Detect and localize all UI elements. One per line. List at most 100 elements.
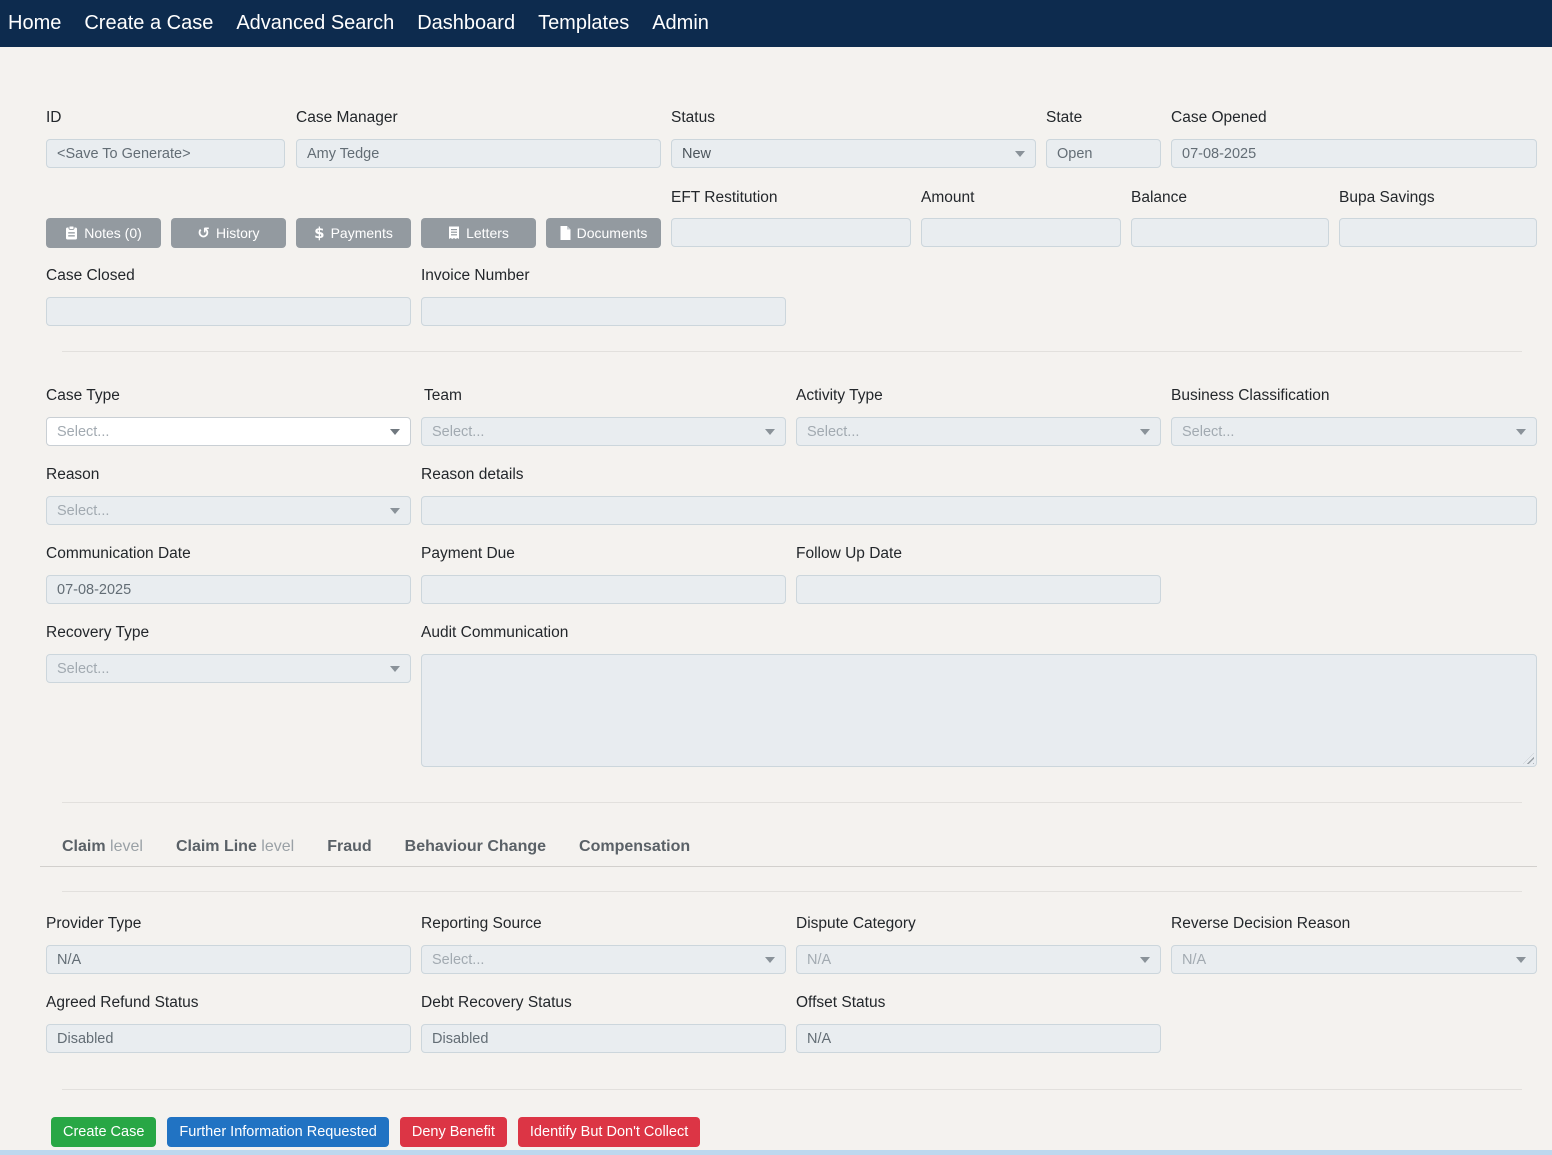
chevron-down-icon <box>765 429 775 435</box>
divider <box>62 351 1522 352</box>
state-label: State <box>1046 108 1082 128</box>
further-information-requested-button[interactable]: Further Information Requested <box>167 1117 388 1147</box>
debt-recovery-status-label: Debt Recovery Status <box>421 993 572 1013</box>
id-label: ID <box>46 108 62 128</box>
tab-label-light: level <box>106 838 143 855</box>
team-select: Select... <box>421 417 786 446</box>
balance-field[interactable] <box>1131 218 1329 247</box>
chevron-down-icon <box>1516 429 1526 435</box>
tab-behaviour-change[interactable]: Behaviour Change <box>405 836 546 858</box>
tab-claim-line-level[interactable]: Claim Line level <box>176 836 294 858</box>
provider-type-label: Provider Type <box>46 914 141 934</box>
identify-but-dont-collect-button[interactable]: Identify But Don't Collect <box>518 1117 700 1147</box>
case-opened-field[interactable] <box>1171 139 1537 168</box>
reporting-source-label: Reporting Source <box>421 914 542 934</box>
invoice-number-field[interactable] <box>421 297 786 326</box>
follow-up-date-label: Follow Up Date <box>796 544 902 564</box>
case-closed-field[interactable] <box>46 297 411 326</box>
reason-details-field[interactable] <box>421 496 1537 525</box>
status-label: Status <box>671 108 715 128</box>
reporting-source-select[interactable]: Select... <box>421 945 786 974</box>
audit-communication-textarea[interactable] <box>421 654 1537 767</box>
reporting-source-placeholder: Select... <box>432 952 765 968</box>
provider-type-field <box>46 945 411 974</box>
reason-details-label: Reason details <box>421 465 524 485</box>
balance-label: Balance <box>1131 188 1187 208</box>
status-value: New <box>682 146 1015 162</box>
reverse-decision-reason-select: N/A <box>1171 945 1537 974</box>
case-opened-label: Case Opened <box>1171 108 1267 128</box>
status-select[interactable]: New <box>671 139 1036 168</box>
documents-button[interactable]: Documents <box>546 218 661 248</box>
nav-admin[interactable]: Admin <box>652 0 709 47</box>
amount-label: Amount <box>921 188 974 208</box>
nav-dashboard[interactable]: Dashboard <box>417 0 515 47</box>
case-type-label: Case Type <box>46 386 120 406</box>
nav-templates[interactable]: Templates <box>538 0 629 47</box>
state-field[interactable] <box>1046 139 1161 168</box>
tab-label-bold: Claim Line <box>176 838 257 855</box>
tab-label-light: level <box>257 838 294 855</box>
tab-fraud[interactable]: Fraud <box>327 836 371 858</box>
agreed-refund-status-label: Agreed Refund Status <box>46 993 199 1013</box>
footer-actions: Create Case Further Information Requeste… <box>51 1117 700 1147</box>
reason-placeholder: Select... <box>57 503 390 519</box>
activity-type-placeholder: Select... <box>807 424 1140 440</box>
bupa-savings-label: Bupa Savings <box>1339 188 1435 208</box>
follow-up-date-field[interactable] <box>796 575 1161 604</box>
tab-claim-level[interactable]: Claim level <box>62 836 143 858</box>
notes-button-label: Notes (0) <box>84 225 142 241</box>
reverse-decision-reason-label: Reverse Decision Reason <box>1171 914 1350 934</box>
divider <box>62 891 1522 892</box>
tab-label-bold: Fraud <box>327 838 371 855</box>
chevron-down-icon <box>1140 429 1150 435</box>
top-nav: Home Create a Case Advanced Search Dashb… <box>0 0 1552 47</box>
audit-communication-label: Audit Communication <box>421 623 568 643</box>
dispute-category-select: N/A <box>796 945 1161 974</box>
id-field[interactable] <box>46 139 285 168</box>
offset-status-label: Offset Status <box>796 993 885 1013</box>
business-classification-placeholder: Select... <box>1182 424 1516 440</box>
case-type-placeholder: Select... <box>57 424 390 440</box>
chevron-down-icon <box>1516 957 1526 963</box>
activity-type-select: Select... <box>796 417 1161 446</box>
history-button[interactable]: ↺ History <box>171 218 286 248</box>
agreed-refund-status-field <box>46 1024 411 1053</box>
nav-advanced-search[interactable]: Advanced Search <box>236 0 394 47</box>
case-closed-label: Case Closed <box>46 266 135 286</box>
deny-benefit-button[interactable]: Deny Benefit <box>400 1117 507 1147</box>
nav-create-a-case[interactable]: Create a Case <box>84 0 213 47</box>
dollar-icon: $ <box>314 226 324 241</box>
case-manager-field[interactable] <box>296 139 661 168</box>
tab-label-bold: Behaviour Change <box>405 838 546 855</box>
reason-select: Select... <box>46 496 411 525</box>
bupa-savings-field[interactable] <box>1339 218 1537 247</box>
dispute-category-label: Dispute Category <box>796 914 916 934</box>
recovery-type-select: Select... <box>46 654 411 683</box>
notes-button[interactable]: Notes (0) <box>46 218 161 248</box>
team-label: Team <box>424 386 462 406</box>
tab-compensation[interactable]: Compensation <box>579 836 690 858</box>
activity-type-label: Activity Type <box>796 386 883 406</box>
chevron-down-icon <box>390 666 400 672</box>
audit-communication-wrap <box>421 654 1537 767</box>
tab-label-bold: Compensation <box>579 838 690 855</box>
payments-button[interactable]: $ Payments <box>296 218 411 248</box>
payment-due-field[interactable] <box>421 575 786 604</box>
communication-date-field[interactable] <box>46 575 411 604</box>
case-manager-label: Case Manager <box>296 108 398 128</box>
reason-label: Reason <box>46 465 99 485</box>
eft-restitution-field[interactable] <box>671 218 911 247</box>
documents-button-label: Documents <box>577 225 648 241</box>
letters-button[interactable]: Letters <box>421 218 536 248</box>
amount-field[interactable] <box>921 218 1121 247</box>
recovery-type-placeholder: Select... <box>57 661 390 677</box>
case-type-select[interactable]: Select... <box>46 417 411 446</box>
chevron-down-icon <box>390 429 400 435</box>
nav-home[interactable]: Home <box>8 0 61 47</box>
business-classification-label: Business Classification <box>1171 386 1330 406</box>
eft-restitution-label: EFT Restitution <box>671 188 778 208</box>
business-classification-select: Select... <box>1171 417 1537 446</box>
recovery-type-label: Recovery Type <box>46 623 149 643</box>
create-case-button[interactable]: Create Case <box>51 1117 156 1147</box>
